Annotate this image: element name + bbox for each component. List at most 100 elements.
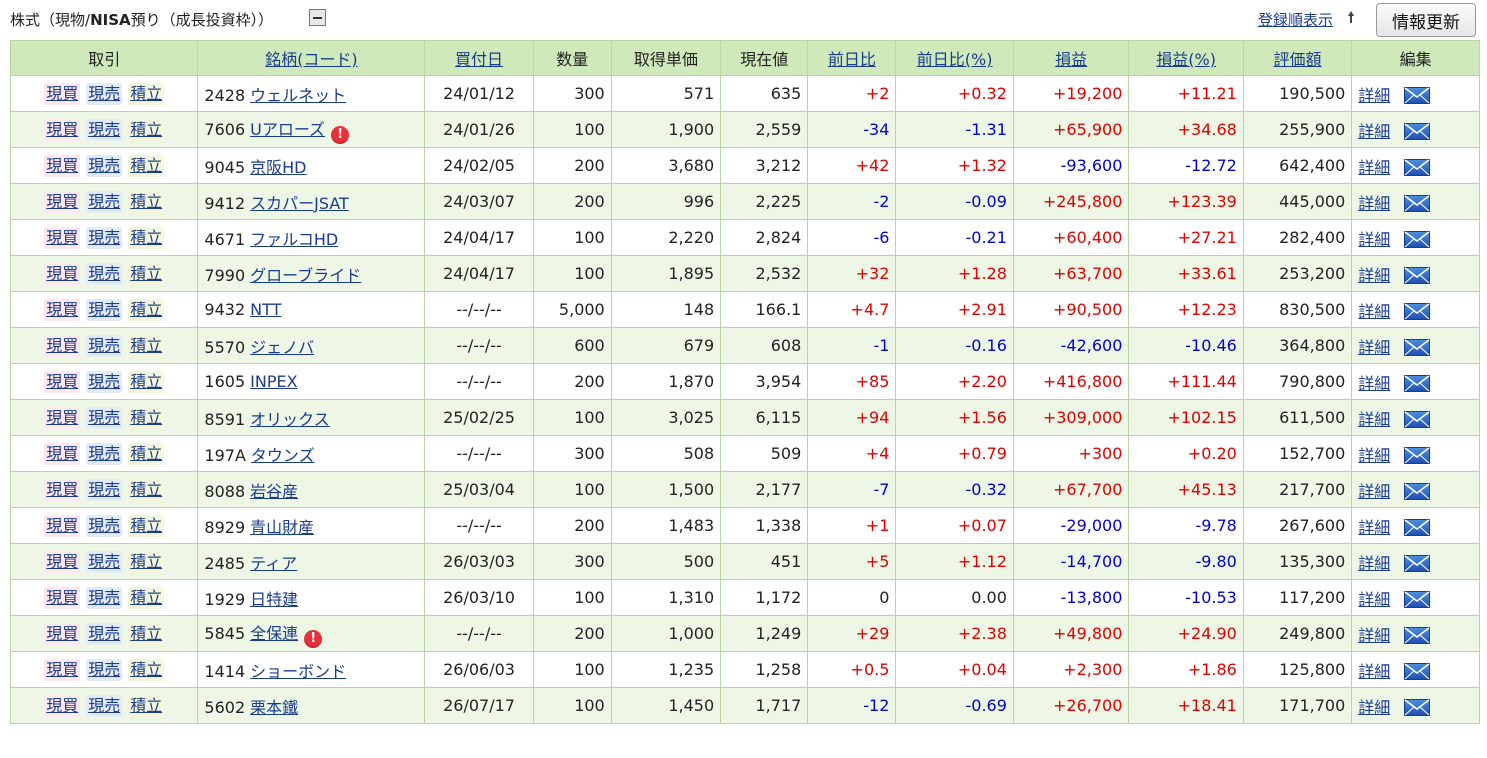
- stock-name-link[interactable]: ウェルネット: [250, 86, 346, 105]
- mail-icon[interactable]: [1404, 590, 1431, 608]
- spot-buy-button[interactable]: 現買: [44, 154, 81, 177]
- detail-link[interactable]: 詳細: [1358, 518, 1390, 537]
- sort-by-change-link[interactable]: 前日比: [828, 50, 876, 69]
- mail-icon[interactable]: [1404, 482, 1431, 500]
- sort-by-pl-pct-link[interactable]: 損益(%): [1156, 50, 1216, 69]
- spot-sell-button[interactable]: 現売: [86, 226, 123, 249]
- mail-icon[interactable]: [1404, 374, 1431, 392]
- stock-name-link[interactable]: タウンズ: [251, 446, 315, 465]
- accumulate-button[interactable]: 積立: [128, 370, 165, 393]
- detail-link[interactable]: 詳細: [1358, 374, 1390, 393]
- spot-buy-button[interactable]: 現買: [44, 586, 81, 609]
- accumulate-button[interactable]: 積立: [128, 298, 165, 321]
- spot-sell-button[interactable]: 現売: [86, 442, 123, 465]
- accumulate-button[interactable]: 積立: [128, 118, 165, 141]
- stock-name-link[interactable]: NTT: [250, 300, 281, 319]
- collapse-minus-icon[interactable]: [309, 9, 326, 26]
- detail-link[interactable]: 詳細: [1358, 410, 1390, 429]
- detail-link[interactable]: 詳細: [1358, 158, 1390, 177]
- accumulate-button[interactable]: 積立: [128, 622, 165, 645]
- spot-sell-button[interactable]: 現売: [86, 694, 123, 717]
- spot-sell-button[interactable]: 現売: [86, 550, 123, 573]
- detail-link[interactable]: 詳細: [1358, 302, 1390, 321]
- stock-name-link[interactable]: INPEX: [250, 372, 297, 391]
- detail-link[interactable]: 詳細: [1358, 698, 1390, 717]
- mail-icon[interactable]: [1404, 122, 1431, 140]
- detail-link[interactable]: 詳細: [1358, 230, 1390, 249]
- mail-icon[interactable]: [1404, 518, 1431, 536]
- detail-link[interactable]: 詳細: [1358, 554, 1390, 573]
- spot-sell-button[interactable]: 現売: [86, 190, 123, 213]
- stock-name-link[interactable]: オリックス: [250, 410, 330, 429]
- sort-by-valuation-link[interactable]: 評価額: [1274, 50, 1322, 69]
- spot-buy-button[interactable]: 現買: [44, 298, 81, 321]
- spot-sell-button[interactable]: 現売: [86, 118, 123, 141]
- spot-sell-button[interactable]: 現売: [86, 478, 123, 501]
- spot-buy-button[interactable]: 現買: [44, 658, 81, 681]
- accumulate-button[interactable]: 積立: [128, 694, 165, 717]
- accumulate-button[interactable]: 積立: [128, 226, 165, 249]
- spot-buy-button[interactable]: 現買: [44, 82, 81, 105]
- accumulate-button[interactable]: 積立: [128, 262, 165, 285]
- spot-buy-button[interactable]: 現買: [44, 514, 81, 537]
- mail-icon[interactable]: [1404, 158, 1431, 176]
- spot-buy-button[interactable]: 現買: [44, 442, 81, 465]
- mail-icon[interactable]: [1404, 662, 1431, 680]
- stock-name-link[interactable]: ティア: [250, 554, 297, 573]
- stock-name-link[interactable]: 日特建: [250, 590, 298, 609]
- accumulate-button[interactable]: 積立: [128, 82, 165, 105]
- stock-name-link[interactable]: ジェノバ: [250, 338, 314, 357]
- accumulate-button[interactable]: 積立: [128, 406, 165, 429]
- stock-name-link[interactable]: 岩谷産: [250, 482, 298, 501]
- detail-link[interactable]: 詳細: [1358, 86, 1390, 105]
- mail-icon[interactable]: [1404, 698, 1431, 716]
- spot-buy-button[interactable]: 現買: [44, 622, 81, 645]
- accumulate-button[interactable]: 積立: [128, 658, 165, 681]
- mail-icon[interactable]: [1404, 86, 1431, 104]
- sort-registration-order-link[interactable]: 登録順表示: [1258, 9, 1333, 30]
- mail-icon[interactable]: [1404, 302, 1431, 320]
- mail-icon[interactable]: [1404, 446, 1431, 464]
- spot-sell-button[interactable]: 現売: [86, 298, 123, 321]
- spot-buy-button[interactable]: 現買: [44, 262, 81, 285]
- sort-by-pl-link[interactable]: 損益: [1055, 50, 1087, 69]
- spot-sell-button[interactable]: 現売: [86, 514, 123, 537]
- mail-icon[interactable]: [1404, 410, 1431, 428]
- spot-sell-button[interactable]: 現売: [86, 586, 123, 609]
- detail-link[interactable]: 詳細: [1358, 338, 1390, 357]
- spot-sell-button[interactable]: 現売: [86, 370, 123, 393]
- spot-buy-button[interactable]: 現買: [44, 478, 81, 501]
- detail-link[interactable]: 詳細: [1358, 266, 1390, 285]
- mail-icon[interactable]: [1404, 626, 1431, 644]
- accumulate-button[interactable]: 積立: [128, 514, 165, 537]
- detail-link[interactable]: 詳細: [1358, 662, 1390, 681]
- spot-buy-button[interactable]: 現買: [44, 118, 81, 141]
- spot-buy-button[interactable]: 現買: [44, 694, 81, 717]
- spot-buy-button[interactable]: 現買: [44, 406, 81, 429]
- detail-link[interactable]: 詳細: [1358, 482, 1390, 501]
- spot-sell-button[interactable]: 現売: [86, 622, 123, 645]
- detail-link[interactable]: 詳細: [1358, 626, 1390, 645]
- mail-icon[interactable]: [1404, 554, 1431, 572]
- stock-name-link[interactable]: 全保連: [250, 624, 298, 643]
- accumulate-button[interactable]: 積立: [128, 550, 165, 573]
- mail-icon[interactable]: [1404, 194, 1431, 212]
- spot-sell-button[interactable]: 現売: [86, 154, 123, 177]
- sort-by-buy-date-link[interactable]: 買付日: [455, 50, 503, 69]
- stock-name-link[interactable]: 京阪HD: [250, 158, 306, 177]
- detail-link[interactable]: 詳細: [1358, 194, 1390, 213]
- stock-name-link[interactable]: 青山財産: [250, 518, 314, 537]
- accumulate-button[interactable]: 積立: [128, 154, 165, 177]
- alert-icon[interactable]: !: [304, 629, 323, 648]
- mail-icon[interactable]: [1404, 338, 1431, 356]
- sort-by-name-link[interactable]: 銘柄(コード): [265, 50, 358, 69]
- spot-sell-button[interactable]: 現売: [86, 82, 123, 105]
- stock-name-link[interactable]: ファルコHD: [250, 230, 338, 249]
- accumulate-button[interactable]: 積立: [128, 334, 165, 357]
- accumulate-button[interactable]: 積立: [128, 586, 165, 609]
- stock-name-link[interactable]: 栗本鐵: [250, 698, 298, 717]
- alert-icon[interactable]: !: [331, 125, 350, 144]
- stock-name-link[interactable]: スカパーJSAT: [250, 194, 349, 213]
- stock-name-link[interactable]: Uアローズ: [250, 120, 325, 139]
- spot-sell-button[interactable]: 現売: [86, 658, 123, 681]
